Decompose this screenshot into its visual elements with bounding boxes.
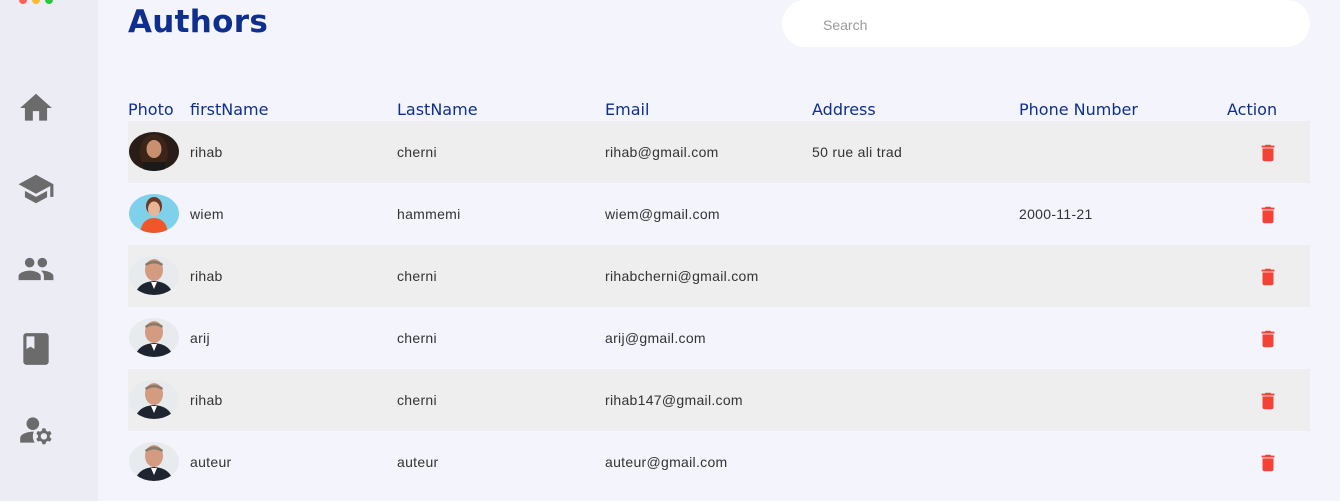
sidebar-item-settings[interactable] (16, 410, 56, 450)
cell-email: rihab147@gmail.com (605, 392, 743, 408)
search-bar (782, 0, 1310, 47)
sidebar-item-courses[interactable] (16, 169, 56, 209)
book-icon (23, 333, 49, 365)
authors-table: Photo firstName LastName Email Address P… (128, 97, 1310, 493)
trash-icon (1261, 144, 1275, 161)
cell-last-name: cherni (397, 144, 437, 160)
cell-last-name: auteur (397, 454, 439, 470)
graduation-cap-icon (18, 174, 54, 204)
delete-button[interactable] (1256, 325, 1280, 352)
header-photo: Photo (128, 100, 174, 119)
cell-first-name: wiem (190, 206, 224, 222)
home-icon (20, 93, 52, 121)
cell-first-name: rihab (190, 268, 223, 284)
trash-icon (1261, 268, 1275, 285)
cell-email: auteur@gmail.com (605, 454, 728, 470)
close-window-button[interactable] (19, 0, 27, 4)
header-last-name: LastName (397, 100, 478, 119)
table-row: arij cherni arij@gmail.com (128, 307, 1310, 369)
table-row: auteur auteur auteur@gmail.com (128, 431, 1310, 493)
author-avatar (129, 442, 179, 481)
delete-button[interactable] (1256, 387, 1280, 414)
table-row: rihab cherni rihabcherni@gmail.com (128, 245, 1310, 307)
cell-first-name: rihab (190, 144, 223, 160)
delete-button[interactable] (1256, 449, 1280, 476)
table-header: Photo firstName LastName Email Address P… (128, 97, 1310, 121)
trash-icon (1261, 330, 1275, 347)
cell-email: arij@gmail.com (605, 330, 706, 346)
delete-button[interactable] (1256, 263, 1280, 290)
user-settings-icon (20, 417, 52, 445)
table-body: rihab cherni rihab@gmail.com 50 rue ali tra… (128, 121, 1310, 493)
trash-icon (1261, 454, 1275, 471)
header-phone-number: Phone Number (1019, 100, 1138, 119)
trash-icon (1261, 392, 1275, 409)
header-action: Action (1227, 100, 1278, 119)
cell-first-name: arij (190, 330, 210, 346)
minimize-window-button[interactable] (32, 0, 40, 4)
cell-email: wiem@gmail.com (605, 206, 720, 222)
table-row: wiem hammemi wiem@gmail.com 2000-11-21 (128, 183, 1310, 245)
delete-button[interactable] (1256, 201, 1280, 228)
trash-icon (1261, 206, 1275, 223)
cell-email: rihab@gmail.com (605, 144, 719, 160)
maximize-window-button[interactable] (45, 0, 53, 4)
search-input[interactable] (821, 13, 1285, 37)
cell-last-name: cherni (397, 330, 437, 346)
author-avatar (129, 256, 179, 295)
author-avatar (129, 194, 179, 233)
cell-last-name: cherni (397, 268, 437, 284)
header-email: Email (605, 100, 650, 119)
delete-button[interactable] (1256, 139, 1280, 166)
header-address: Address (812, 100, 876, 119)
author-avatar (129, 132, 179, 171)
cell-address: 50 rue ali trad (812, 144, 903, 160)
author-avatar (129, 380, 179, 419)
people-icon (18, 257, 54, 281)
page-title: Authors (128, 4, 269, 40)
cell-first-name: rihab (190, 392, 223, 408)
author-avatar (129, 318, 179, 357)
cell-email: rihabcherni@gmail.com (605, 268, 759, 284)
sidebar-item-home[interactable] (16, 88, 56, 128)
cell-last-name: hammemi (397, 206, 461, 222)
cell-phone-number: 2000-11-21 (1019, 206, 1093, 222)
sidebar (0, 0, 98, 501)
header-first-name: firstName (190, 100, 269, 119)
sidebar-item-books[interactable] (16, 329, 56, 369)
cell-first-name: auteur (190, 454, 232, 470)
table-row: rihab cherni rihab@gmail.com 50 rue ali tra… (128, 121, 1310, 183)
cell-last-name: cherni (397, 392, 437, 408)
table-row: rihab cherni rihab147@gmail.com (128, 369, 1310, 431)
sidebar-item-users[interactable] (16, 249, 56, 289)
